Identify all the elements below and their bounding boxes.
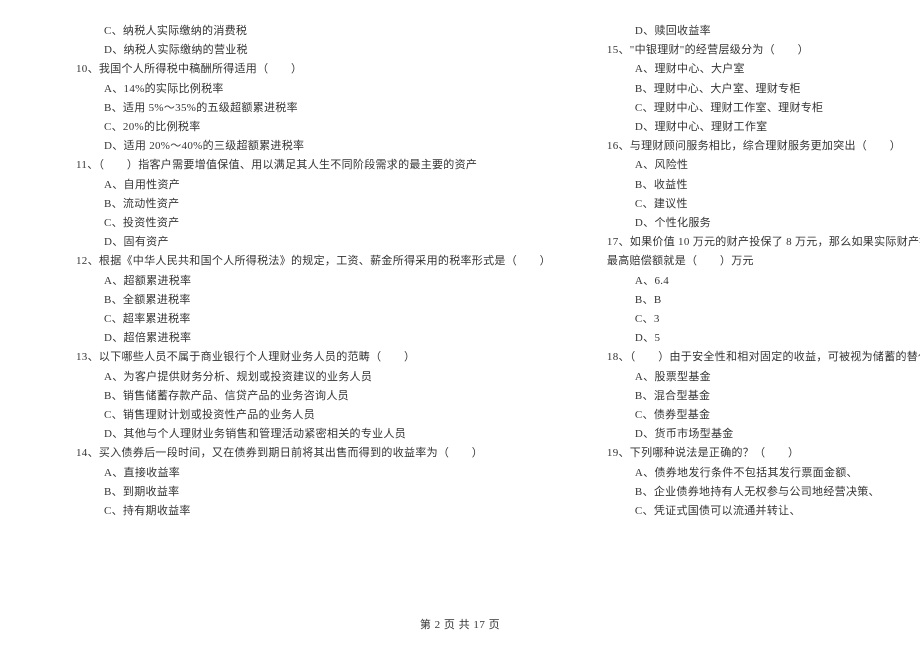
text-line: A、6.4: [579, 272, 920, 291]
text-line: D、理财中心、理财工作室: [579, 118, 920, 137]
text-line: C、纳税人实际缴纳的消费税: [48, 22, 551, 41]
text-line: B、销售储蓄存款产品、信贷产品的业务咨询人员: [48, 387, 551, 406]
text-line: A、债券地发行条件不包括其发行票面金额、: [579, 464, 920, 483]
text-line: A、14%的实际比例税率: [48, 80, 551, 99]
text-line: 16、与理财顾问服务相比，综合理财服务更加突出（ ）: [579, 137, 920, 156]
text-line: A、理财中心、大户室: [579, 60, 920, 79]
text-line: C、凭证式国债可以流通并转让、: [579, 502, 920, 521]
text-line: D、超倍累进税率: [48, 329, 551, 348]
text-line: B、到期收益率: [48, 483, 551, 502]
text-line: 19、下列哪种说法是正确的？（ ）: [579, 444, 920, 463]
text-line: 14、买入债券后一段时间，又在债券到期日前将其出售而得到的收益率为（ ）: [48, 444, 551, 463]
text-line: 13、以下哪些人员不属于商业银行个人理财业务人员的范畴（ ）: [48, 348, 551, 367]
text-line: 18、（ ）由于安全性和相对固定的收益，可被视为储蓄的替代品。: [579, 348, 920, 367]
text-line: C、销售理财计划或投资性产品的业务人员: [48, 406, 551, 425]
text-line: B、理财中心、大户室、理财专柜: [579, 80, 920, 99]
text-line: D、纳税人实际缴纳的营业税: [48, 41, 551, 60]
text-line: 17、如果价值 10 万元的财产投保了 8 万元，那么如果实际财产损失是 8 万…: [579, 233, 920, 252]
right-column: D、赎回收益率15、"中银理财"的经营层级分为（ ）A、理财中心、大户室B、理财…: [579, 22, 920, 521]
text-line: B、混合型基金: [579, 387, 920, 406]
text-line: C、建议性: [579, 195, 920, 214]
text-line: D、赎回收益率: [579, 22, 920, 41]
text-line: B、收益性: [579, 176, 920, 195]
text-line: B、企业债券地持有人无权参与公司地经营决策、: [579, 483, 920, 502]
text-line: A、自用性资产: [48, 176, 551, 195]
text-line: A、超额累进税率: [48, 272, 551, 291]
text-line: B、B: [579, 291, 920, 310]
text-line: 15、"中银理财"的经营层级分为（ ）: [579, 41, 920, 60]
page-content: C、纳税人实际缴纳的消费税D、纳税人实际缴纳的营业税10、我国个人所得税中稿酬所…: [0, 0, 920, 521]
text-line: D、适用 20%～40%的三级超额累进税率: [48, 137, 551, 156]
text-line: A、为客户提供财务分析、规划或投资建议的业务人员: [48, 368, 551, 387]
text-line: D、5: [579, 329, 920, 348]
text-line: B、流动性资产: [48, 195, 551, 214]
text-line: C、超率累进税率: [48, 310, 551, 329]
text-line: A、股票型基金: [579, 368, 920, 387]
page-footer: 第 2 页 共 17 页: [0, 616, 920, 632]
text-line: D、货币市场型基金: [579, 425, 920, 444]
text-line: 10、我国个人所得税中稿酬所得适用（ ）: [48, 60, 551, 79]
text-line: A、直接收益率: [48, 464, 551, 483]
text-line: C、投资性资产: [48, 214, 551, 233]
text-line: 12、根据《中华人民共和国个人所得税法》的规定，工资、薪金所得采用的税率形式是（…: [48, 252, 551, 271]
text-line: 最高赔偿额就是（ ）万元: [579, 252, 920, 271]
text-line: D、个性化服务: [579, 214, 920, 233]
text-line: D、固有资产: [48, 233, 551, 252]
left-column: C、纳税人实际缴纳的消费税D、纳税人实际缴纳的营业税10、我国个人所得税中稿酬所…: [48, 22, 551, 521]
text-line: D、其他与个人理财业务销售和管理活动紧密相关的专业人员: [48, 425, 551, 444]
text-line: C、20%的比例税率: [48, 118, 551, 137]
text-line: A、风险性: [579, 156, 920, 175]
text-line: C、理财中心、理财工作室、理财专柜: [579, 99, 920, 118]
text-line: C、持有期收益率: [48, 502, 551, 521]
text-line: B、全额累进税率: [48, 291, 551, 310]
text-line: C、债券型基金: [579, 406, 920, 425]
text-line: 11、（ ）指客户需要增值保值、用以满足其人生不同阶段需求的最主要的资产: [48, 156, 551, 175]
text-line: B、适用 5%～35%的五级超额累进税率: [48, 99, 551, 118]
text-line: C、3: [579, 310, 920, 329]
